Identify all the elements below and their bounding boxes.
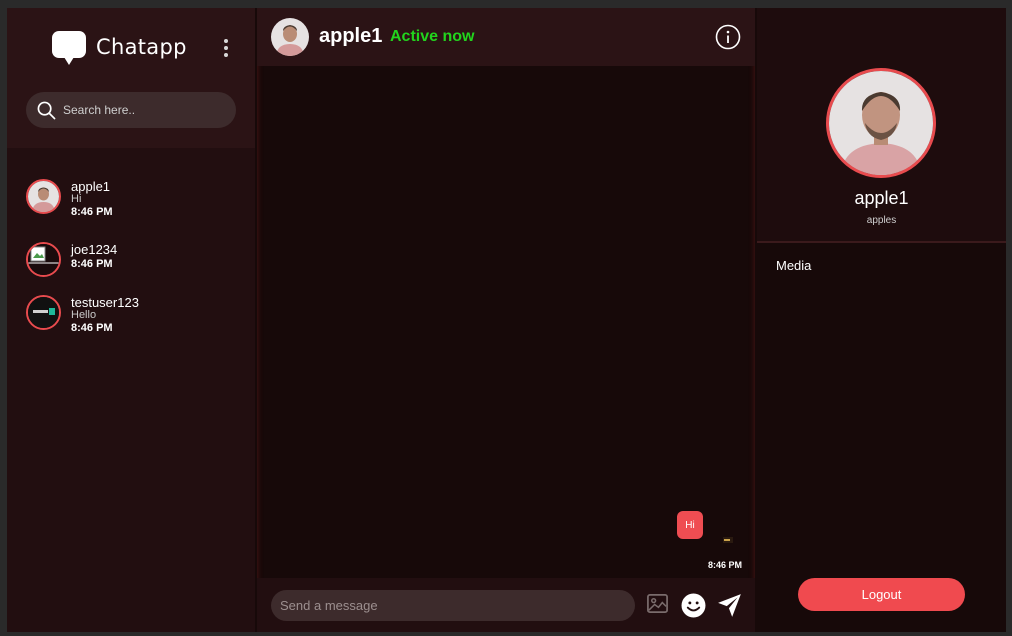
read-receipt-avatar-icon xyxy=(723,537,733,543)
message-text: Hi xyxy=(685,519,695,531)
avatar xyxy=(26,179,61,214)
chat-name: testuser123 xyxy=(71,295,139,310)
user-photo-icon xyxy=(28,181,59,212)
chat-time: 8:46 PM xyxy=(71,258,113,270)
logout-button[interactable]: Logout xyxy=(798,578,965,611)
search-box[interactable] xyxy=(26,92,236,128)
profile-name: apple1 xyxy=(854,188,909,208)
chat-time: 8:46 PM xyxy=(71,322,113,334)
avatar xyxy=(271,18,309,56)
search-icon xyxy=(37,101,56,120)
status-text: Active now xyxy=(390,28,475,45)
avatar xyxy=(26,242,61,277)
chat-name: joe1234 xyxy=(71,242,118,257)
avatar xyxy=(26,295,61,330)
search-input[interactable] xyxy=(63,92,223,128)
info-icon[interactable] xyxy=(715,24,741,50)
chat-area: apple1 Active now Hi 8:46 PM xyxy=(257,8,755,632)
send-icon[interactable] xyxy=(717,592,743,618)
app-window: Chatapp apple1 Hi 8:46 PM xyxy=(7,8,1006,632)
chat-list-item[interactable]: joe1234 8:46 PM xyxy=(26,242,236,292)
broken-image-icon xyxy=(28,244,59,275)
chat-list-item[interactable]: apple1 Hi 8:46 PM xyxy=(26,179,236,229)
emoji-icon[interactable] xyxy=(681,593,706,618)
chat-time: 8:46 PM xyxy=(71,206,113,218)
contact-name: apple1 xyxy=(319,25,383,47)
chat-last-message: Hello xyxy=(71,309,97,321)
profile-subtitle: apples xyxy=(866,215,897,226)
chat-bubble-logo-icon xyxy=(52,31,86,65)
user-photo-icon xyxy=(271,18,309,56)
contact-details-panel: apple1 apples Media Logout xyxy=(757,8,1006,632)
sidebar-header: Chatapp xyxy=(7,8,255,148)
message-time: 8:46 PM xyxy=(708,560,743,570)
chat-list-item[interactable]: testuser123 Hello 8:46 PM xyxy=(26,295,236,345)
more-options-icon[interactable] xyxy=(220,39,232,57)
profile-section: apple1 apples xyxy=(757,8,1006,243)
user-photo-icon xyxy=(829,71,933,175)
profile-avatar xyxy=(826,68,936,178)
sidebar: Chatapp apple1 Hi 8:46 PM xyxy=(7,8,255,632)
message-input[interactable] xyxy=(271,590,635,621)
brand-name: Chatapp xyxy=(96,35,187,59)
image-upload-icon[interactable] xyxy=(646,592,669,615)
user-photo-icon xyxy=(28,297,59,328)
message-bubble: Hi xyxy=(677,511,703,539)
message-composer xyxy=(257,578,755,632)
media-heading: Media xyxy=(776,258,812,273)
chat-name: apple1 xyxy=(71,179,111,194)
chat-header: apple1 Active now xyxy=(257,8,755,66)
chat-last-message: Hi xyxy=(71,193,82,205)
